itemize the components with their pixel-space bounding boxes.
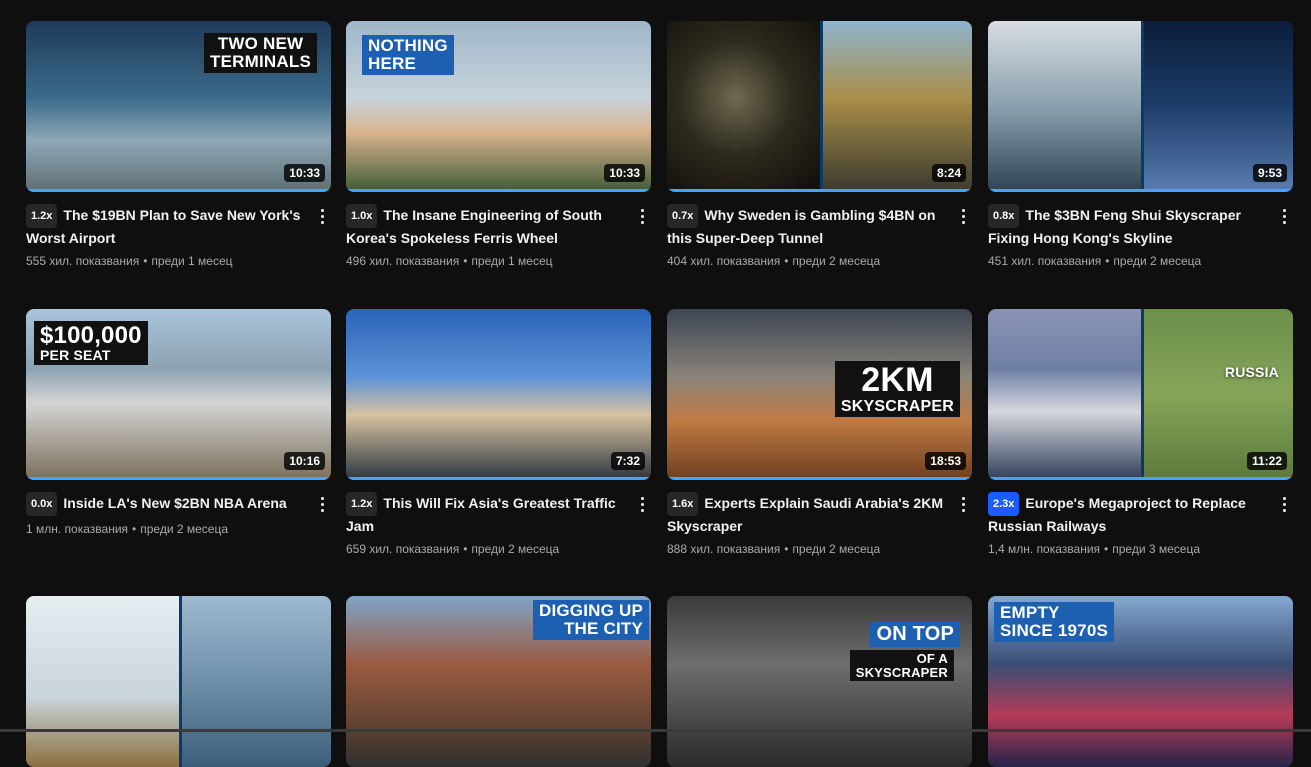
video-title[interactable]: 1.0x The Insane Engineering of South Kore… xyxy=(346,204,625,248)
video-title[interactable]: 2.3x Europe's Megaproject to Replace Russ… xyxy=(988,492,1267,536)
more-vert-icon[interactable] xyxy=(633,492,651,516)
watch-progress-bar xyxy=(667,189,972,192)
video-thumbnail[interactable]: 2KM SKYSCRAPER 18:53 xyxy=(667,309,972,480)
more-vert-icon[interactable] xyxy=(954,204,972,228)
more-vert-icon[interactable] xyxy=(1275,492,1293,516)
video-thumbnail[interactable]: EMPTY SINCE 1970S xyxy=(988,596,1293,767)
video-card[interactable]: RUSSIA 11:22 2.3x Europe's Megaproject to… xyxy=(988,309,1293,556)
thumbnail-overlay-text: DIGGING UP THE CITY xyxy=(532,600,649,640)
video-duration: 7:32 xyxy=(610,452,645,470)
video-stats: 496 хил. показвания • преди 1 месец xyxy=(346,254,553,268)
video-thumbnail[interactable]: TWO NEW TERMINALS 10:33 xyxy=(26,21,331,192)
video-stats: 555 хил. показвания • преди 1 месец xyxy=(26,254,233,268)
video-duration: 10:33 xyxy=(284,164,325,182)
video-card[interactable]: TWO NEW TERMINALS 10:33 1.2x The $19BN Pla… xyxy=(26,21,331,268)
video-duration: 10:16 xyxy=(284,452,325,470)
playback-speed-badge: 0.8x xyxy=(988,204,1020,228)
video-thumbnail[interactable]: $100,000 PER SEAT 10:16 xyxy=(26,309,331,480)
more-vert-icon[interactable] xyxy=(954,492,972,516)
video-card[interactable]: $100,000 PER SEAT 10:16 0.0x Inside LA's N… xyxy=(26,309,331,536)
video-thumbnail[interactable]: 7:32 xyxy=(346,309,651,480)
more-vert-icon[interactable] xyxy=(313,204,331,228)
thumbnail-overlay-text: RUSSIA xyxy=(1224,364,1279,380)
playback-speed-badge: 1.2x xyxy=(346,492,378,516)
video-thumbnail[interactable]: DIGGING UP THE CITY xyxy=(346,596,651,767)
more-vert-icon[interactable] xyxy=(633,204,651,228)
video-card[interactable]: NOTHING HERE 10:33 1.0x The Insane Enginee… xyxy=(346,21,651,268)
video-title[interactable]: 0.7x Why Sweden is Gambling $4BN on this … xyxy=(667,204,946,248)
playback-speed-badge: 1.6x xyxy=(667,492,699,516)
watch-progress-bar xyxy=(346,189,651,192)
video-card[interactable]: DIGGING UP THE CITY xyxy=(346,596,651,767)
video-thumbnail[interactable]: 9:53 xyxy=(988,21,1293,192)
video-thumbnail[interactable]: 8:24 xyxy=(667,21,972,192)
video-stats: 404 хил. показвания • преди 2 месеца xyxy=(667,254,881,268)
video-duration: 9:53 xyxy=(1252,164,1287,182)
thumbnail-overlay-text: $100,000 PER SEAT xyxy=(34,321,148,365)
playback-speed-badge: 0.7x xyxy=(667,204,699,228)
video-title[interactable]: 1.2x This Will Fix Asia's Greatest Traffi… xyxy=(346,492,625,536)
video-thumbnail[interactable]: RUSSIA 11:22 xyxy=(988,309,1293,480)
video-stats: 659 хил. показвания • преди 2 месеца xyxy=(346,542,560,556)
thumbnail-overlay-text: 2KM SKYSCRAPER xyxy=(834,361,960,418)
video-thumbnail[interactable]: ON TOP OF A SKYSCRAPER xyxy=(667,596,972,767)
video-card[interactable]: 8:24 0.7x Why Sweden is Gambling $4BN on … xyxy=(667,21,972,268)
video-duration: 10:33 xyxy=(604,164,645,182)
video-title[interactable]: 0.8x The $3BN Feng Shui Skyscraper Fixing… xyxy=(988,204,1267,248)
thumbnail-overlay-text: ON TOP xyxy=(870,622,960,647)
video-stats: 888 хил. показвания • преди 2 месеца xyxy=(667,542,881,556)
video-card[interactable] xyxy=(26,596,331,767)
thumbnail-overlay-text: TWO NEW TERMINALS xyxy=(204,33,317,73)
video-thumbnail[interactable]: NOTHING HERE 10:33 xyxy=(346,21,651,192)
watch-progress-bar xyxy=(346,477,651,480)
video-stats: 451 хил. показвания • преди 2 месеца xyxy=(988,254,1202,268)
playback-speed-badge: 0.0x xyxy=(26,492,58,516)
video-card[interactable]: 9:53 0.8x The $3BN Feng Shui Skyscraper F… xyxy=(988,21,1293,268)
video-duration: 18:53 xyxy=(925,452,966,470)
watch-progress-bar xyxy=(667,477,972,480)
video-thumbnail[interactable] xyxy=(26,596,331,767)
video-stats: 1 млн. показвания • преди 2 месеца xyxy=(26,522,229,536)
watch-progress-bar xyxy=(26,477,331,480)
watch-progress-bar xyxy=(988,189,1293,192)
video-title[interactable]: 1.6x Experts Explain Saudi Arabia's 2KM S… xyxy=(667,492,946,536)
more-vert-icon[interactable] xyxy=(313,492,331,516)
playback-speed-badge: 2.3x xyxy=(988,492,1020,516)
video-card[interactable]: 7:32 1.2x This Will Fix Asia's Greatest T… xyxy=(346,309,651,556)
video-duration: 11:22 xyxy=(1246,452,1287,470)
video-title[interactable]: 0.0x Inside LA's New $2BN NBA Arena xyxy=(26,492,305,516)
thumbnail-overlay-text: OF A SKYSCRAPER xyxy=(849,650,954,682)
video-title[interactable]: 1.2x The $19BN Plan to Save New York's Wo… xyxy=(26,204,305,248)
playback-speed-badge: 1.0x xyxy=(346,204,378,228)
more-vert-icon[interactable] xyxy=(1275,204,1293,228)
video-duration: 8:24 xyxy=(931,164,966,182)
video-card[interactable]: EMPTY SINCE 1970S xyxy=(988,596,1293,767)
video-card[interactable]: 2KM SKYSCRAPER 18:53 1.6x Experts Explain … xyxy=(667,309,972,556)
thumbnail-overlay-text: EMPTY SINCE 1970S xyxy=(994,602,1115,642)
thumbnail-overlay-text: NOTHING HERE xyxy=(362,35,454,75)
playback-speed-badge: 1.2x xyxy=(26,204,58,228)
video-stats: 1,4 млн. показвания • преди 3 месеца xyxy=(988,542,1201,556)
watch-progress-bar xyxy=(26,189,331,192)
watch-progress-bar xyxy=(988,477,1293,480)
video-card[interactable]: ON TOP OF A SKYSCRAPER xyxy=(667,596,972,767)
